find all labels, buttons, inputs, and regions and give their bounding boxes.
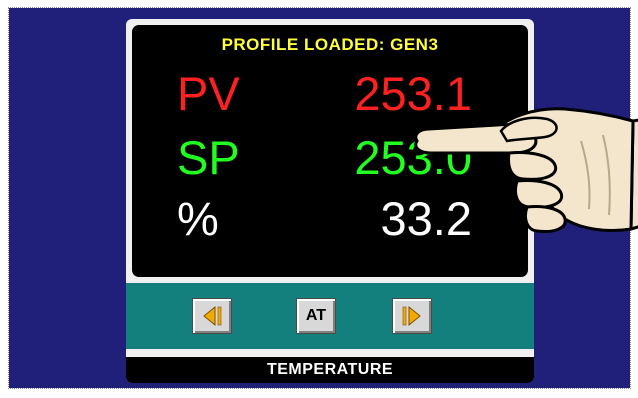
next-page-icon — [402, 305, 421, 327]
readout-screen: PROFILE LOADED: GEN3 PV 253.1 SP 253.0 %… — [132, 25, 528, 277]
sp-value[interactable]: 253.0 — [354, 134, 472, 181]
pv-label: PV — [177, 67, 240, 120]
footer-title: TEMPERATURE — [126, 357, 534, 383]
output-percent-label: % — [177, 192, 219, 245]
sp-label: SP — [177, 131, 240, 184]
pv-value: 253.1 — [354, 67, 472, 120]
profile-status: PROFILE LOADED: GEN3 — [221, 35, 439, 54]
prev-button[interactable] — [192, 298, 232, 334]
controller-panel: PROFILE LOADED: GEN3 PV 253.1 SP 253.0 %… — [126, 19, 534, 383]
next-button[interactable] — [392, 298, 432, 334]
display-background: PROFILE LOADED: GEN3 PV 253.1 SP 253.0 %… — [8, 7, 631, 389]
prev-page-icon — [203, 305, 222, 327]
autotune-button[interactable]: AT — [296, 298, 336, 334]
control-bar: AT — [126, 283, 534, 349]
output-percent-value: 33.2 — [380, 192, 472, 245]
